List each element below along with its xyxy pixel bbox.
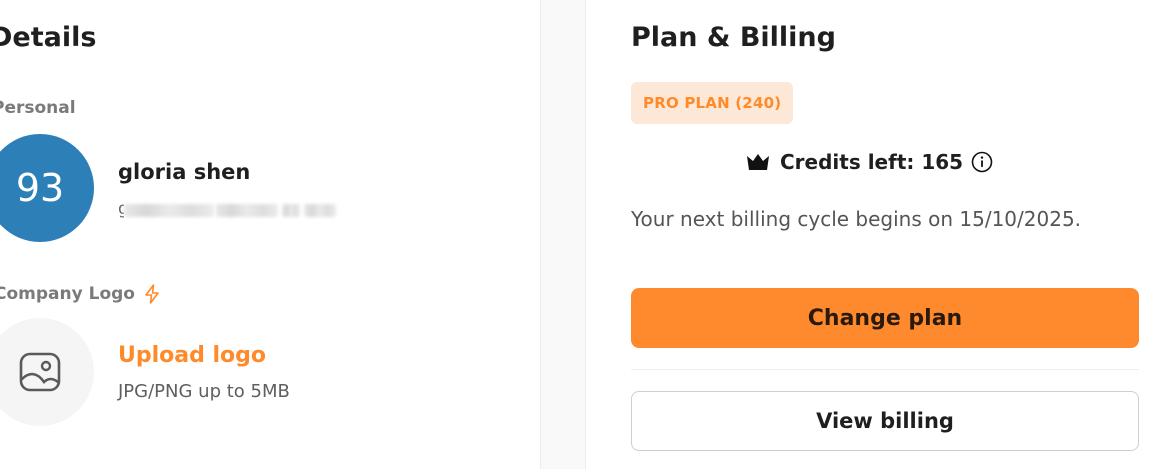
billing-title: Plan & Billing [631, 22, 836, 53]
spark-icon [145, 284, 159, 304]
info-icon[interactable] [971, 151, 993, 173]
crown-icon [747, 154, 769, 170]
billing-cycle-text: Your next billing cycle begins on 15/10/… [631, 207, 1082, 231]
upload-logo-link[interactable]: Upload logo [118, 343, 266, 368]
settings-page: Details Personal 93 gloria shen g Compan… [0, 0, 1176, 469]
user-name: gloria shen [118, 160, 251, 184]
image-icon [19, 352, 61, 392]
logo-placeholder[interactable] [0, 318, 94, 426]
plan-badge: PRO PLAN (240) [631, 82, 794, 124]
personal-section-label: Personal [0, 98, 76, 118]
avatar-text: 93 [15, 166, 65, 210]
credits-row: Credits left: 165 [746, 150, 993, 174]
change-plan-button[interactable]: Change plan [631, 288, 1139, 348]
avatar[interactable]: 93 [0, 134, 94, 242]
user-email-redacted: g [118, 198, 338, 220]
company-logo-text: Company Logo [0, 284, 135, 304]
credits-text: Credits left: 165 [780, 150, 964, 174]
details-panel: Details Personal 93 gloria shen g Compan… [0, 0, 540, 469]
separator [631, 369, 1139, 370]
upload-hint: JPG/PNG up to 5MB [118, 381, 290, 402]
view-billing-button[interactable]: View billing [631, 391, 1139, 451]
billing-panel: Plan & Billing PRO PLAN (240) Credits le… [586, 0, 1176, 469]
company-logo-label: Company Logo [0, 284, 161, 304]
panel-divider [540, 0, 586, 469]
details-title: Details [0, 22, 97, 53]
